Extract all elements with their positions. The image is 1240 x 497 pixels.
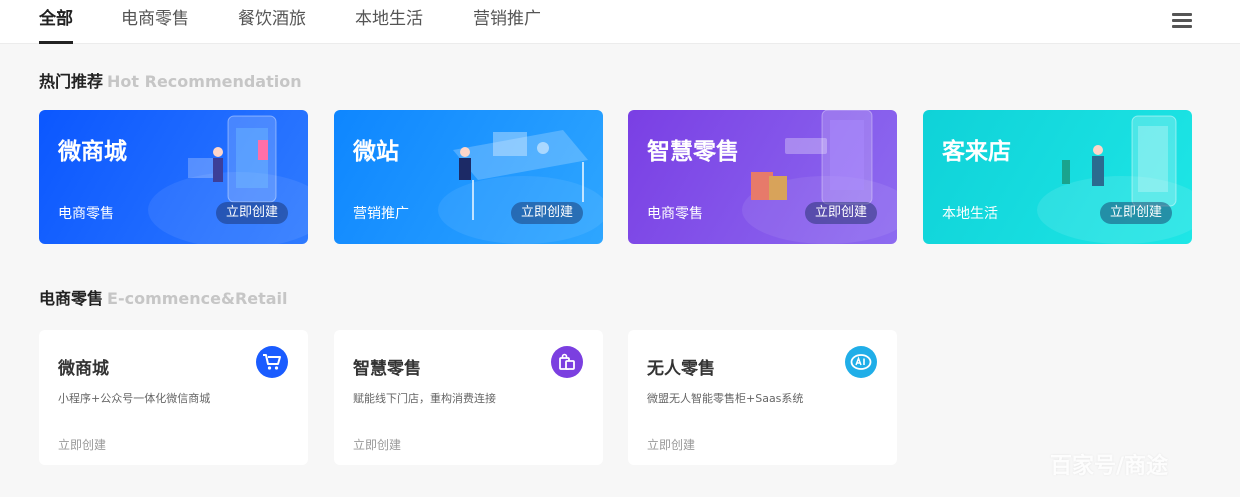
tab-catering-travel[interactable]: 餐饮酒旅 bbox=[238, 0, 306, 44]
illustration-icon bbox=[148, 115, 308, 244]
create-now-button[interactable]: 立即创建 bbox=[511, 202, 584, 224]
ai-icon bbox=[845, 346, 877, 378]
card-title: 无人零售 bbox=[647, 359, 715, 379]
product-card-smart-retail[interactable]: 智慧零售 赋能线下门店，重构消费连接 立即创建 bbox=[334, 330, 603, 465]
hero-category: 营销推广 bbox=[353, 206, 409, 222]
create-now-button[interactable]: 立即创建 bbox=[216, 202, 289, 224]
create-now-button[interactable]: 立即创建 bbox=[805, 202, 878, 224]
create-now-link[interactable]: 立即创建 bbox=[58, 436, 106, 453]
illustration-icon bbox=[438, 130, 603, 244]
tab-marketing[interactable]: 营销推广 bbox=[473, 0, 541, 44]
hero-card-wei-site[interactable]: 微站 营销推广 立即创建 bbox=[334, 110, 603, 244]
hot-title-zh: 热门推荐 bbox=[39, 72, 104, 91]
card-description: 微盟无人智能零售柜+Saas系统 bbox=[647, 392, 804, 405]
hero-title: 微站 bbox=[353, 139, 399, 165]
hero-title: 智慧零售 bbox=[647, 139, 739, 165]
ecommerce-title-zh: 电商零售 bbox=[39, 289, 104, 308]
ecommerce-title-en: E-commence&Retail bbox=[107, 289, 288, 308]
hero-category: 电商零售 bbox=[647, 206, 703, 222]
shopping-bags-icon bbox=[551, 346, 583, 378]
ecommerce-section-title: 电商零售 E-commence&Retail bbox=[39, 285, 288, 309]
create-now-button[interactable]: 立即创建 bbox=[1100, 202, 1173, 224]
hero-title: 客来店 bbox=[942, 139, 1011, 165]
product-card-wei-mall[interactable]: 微商城 小程序+公众号一体化微信商城 立即创建 bbox=[39, 330, 308, 465]
product-card-unmanned-retail[interactable]: 无人零售 微盟无人智能零售柜+Saas系统 立即创建 bbox=[628, 330, 897, 465]
watermark: 百家号/商途 bbox=[1050, 454, 1169, 479]
hot-section-title: 热门推荐 Hot Recommendation bbox=[39, 68, 302, 92]
hot-title-en: Hot Recommendation bbox=[107, 72, 302, 91]
hero-title: 微商城 bbox=[58, 139, 127, 165]
create-now-link[interactable]: 立即创建 bbox=[353, 436, 401, 453]
illustration-icon bbox=[1037, 115, 1192, 244]
card-description: 赋能线下门店，重构消费连接 bbox=[353, 392, 496, 405]
tab-all[interactable]: 全部 bbox=[39, 0, 73, 44]
hero-category: 本地生活 bbox=[942, 206, 998, 222]
illustration-icon bbox=[742, 110, 897, 244]
create-now-link[interactable]: 立即创建 bbox=[647, 436, 695, 453]
hero-card-wei-mall[interactable]: 微商城 电商零售 立即创建 bbox=[39, 110, 308, 244]
shopping-cart-icon bbox=[256, 346, 288, 378]
hero-card-smart-retail[interactable]: 智慧零售 电商零售 立即创建 bbox=[628, 110, 897, 244]
hero-category: 电商零售 bbox=[58, 206, 114, 222]
top-nav: 全部 电商零售 餐饮酒旅 本地生活 营销推广 bbox=[0, 0, 1240, 44]
card-title: 微商城 bbox=[58, 359, 109, 379]
tab-local-life[interactable]: 本地生活 bbox=[355, 0, 423, 44]
card-title: 智慧零售 bbox=[353, 359, 421, 379]
hero-card-kelaidian[interactable]: 客来店 本地生活 立即创建 bbox=[923, 110, 1192, 244]
card-description: 小程序+公众号一体化微信商城 bbox=[58, 392, 211, 405]
tab-ecommerce-retail[interactable]: 电商零售 bbox=[121, 0, 189, 44]
hamburger-menu-icon[interactable] bbox=[1172, 13, 1192, 31]
